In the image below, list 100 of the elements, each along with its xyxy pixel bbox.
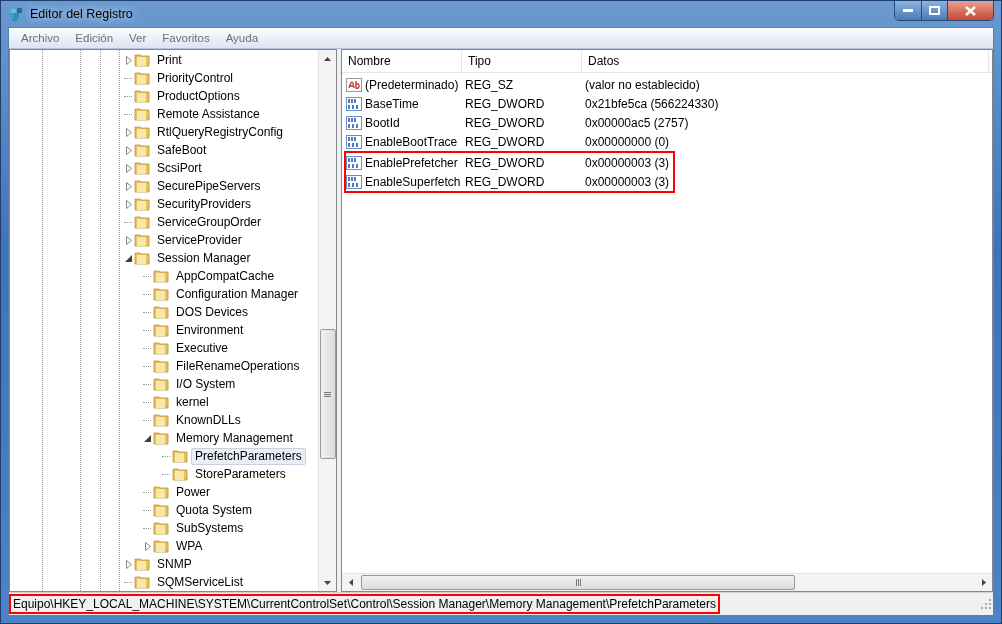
folder-icon xyxy=(134,575,150,589)
minimize-icon xyxy=(903,9,913,12)
folder-icon xyxy=(153,377,169,391)
tree-item[interactable]: StoreParameters xyxy=(191,465,290,483)
tree-item[interactable]: SafeBoot xyxy=(153,141,211,159)
folder-icon xyxy=(153,431,169,445)
expanded-arrow-icon[interactable] xyxy=(144,434,151,442)
collapsed-arrow-icon[interactable] xyxy=(125,145,132,155)
menu-item[interactable]: Favoritos xyxy=(154,32,218,44)
close-icon xyxy=(965,5,976,16)
binary-value-icon xyxy=(346,115,362,130)
tree-item[interactable]: SQMServiceList xyxy=(153,573,248,591)
folder-icon xyxy=(153,269,169,283)
binary-value-icon xyxy=(346,155,362,170)
scrollbar-thumb[interactable] xyxy=(319,329,336,459)
scrollbar-thumb[interactable] xyxy=(361,575,795,590)
tree-item[interactable]: kernel xyxy=(172,393,213,411)
tree-item[interactable]: AppCompatCache xyxy=(172,267,279,285)
value-type: REG_DWORD xyxy=(465,134,546,149)
tree-item[interactable]: SNMP xyxy=(153,555,196,573)
tree-item[interactable]: PrefetchParameters xyxy=(191,447,306,465)
folder-icon xyxy=(134,179,150,193)
value-data: 0x00000ac5 (2757) xyxy=(585,115,690,130)
tree-item[interactable]: ScsiPort xyxy=(153,159,206,177)
expanded-arrow-icon[interactable] xyxy=(125,254,132,262)
folder-icon xyxy=(134,557,150,571)
window-title: Editor del Registro xyxy=(30,7,134,21)
folder-icon xyxy=(153,287,169,301)
folder-icon xyxy=(153,359,169,373)
resize-grip-icon[interactable] xyxy=(981,599,991,609)
collapsed-arrow-icon[interactable] xyxy=(125,181,132,191)
binary-value-icon xyxy=(346,96,362,111)
collapsed-arrow-icon[interactable] xyxy=(125,199,132,209)
tree-item[interactable]: I/O System xyxy=(172,375,240,393)
tree-item[interactable]: FileRenameOperations xyxy=(172,357,304,375)
tree-item[interactable]: ServiceProvider xyxy=(153,231,246,249)
value-name[interactable]: EnableBootTrace xyxy=(365,134,458,149)
tree-item[interactable]: Environment xyxy=(172,321,248,339)
folder-icon xyxy=(134,143,150,157)
tree-item[interactable]: Session Manager xyxy=(153,249,255,267)
folder-icon xyxy=(134,71,150,85)
tree-item[interactable]: ServiceGroupOrder xyxy=(153,213,266,231)
tree-item[interactable]: Configuration Manager xyxy=(172,285,303,303)
tree-item[interactable]: Memory Management xyxy=(172,429,297,447)
folder-icon xyxy=(134,125,150,139)
tree-item[interactable]: Print xyxy=(153,51,186,69)
value-data: 0x00000003 (3) xyxy=(585,155,671,170)
menu-item[interactable]: Ayuda xyxy=(217,32,267,44)
value-data: 0x21bfe5ca (566224330) xyxy=(585,96,720,111)
maximize-icon xyxy=(929,6,940,15)
collapsed-arrow-icon[interactable] xyxy=(144,541,151,551)
tree-item[interactable]: Remote Assistance xyxy=(153,105,264,123)
value-name[interactable]: EnableSuperfetch xyxy=(365,174,461,189)
folder-icon xyxy=(153,413,169,427)
column-header[interactable]: Nombre xyxy=(342,50,462,72)
folder-icon xyxy=(172,467,188,481)
collapsed-arrow-icon[interactable] xyxy=(125,55,132,65)
close-button[interactable] xyxy=(947,1,993,20)
folder-icon xyxy=(153,485,169,499)
folder-icon xyxy=(134,107,150,121)
folder-icon xyxy=(153,503,169,517)
minimize-button[interactable] xyxy=(895,1,921,20)
folder-icon xyxy=(153,341,169,355)
tree-item[interactable]: Power xyxy=(172,483,214,501)
tree-item[interactable]: DOS Devices xyxy=(172,303,253,321)
folder-icon xyxy=(134,233,150,247)
collapsed-arrow-icon[interactable] xyxy=(125,127,132,137)
tree-item[interactable]: SecurePipeServers xyxy=(153,177,265,195)
status-path: Equipo\HKEY_LOCAL_MACHINE\SYSTEM\CurrentControlSet\Control\Session Manager\Memory Management\PrefetchParameters xyxy=(9,594,720,614)
menu-item[interactable]: Archivo xyxy=(13,32,68,44)
tree-item[interactable]: KnownDLLs xyxy=(172,411,245,429)
tree-item[interactable]: SubSystems xyxy=(172,519,248,537)
value-type: REG_SZ xyxy=(465,77,514,92)
value-type: REG_DWORD xyxy=(465,155,546,170)
tree-item[interactable]: SecurityProviders xyxy=(153,195,256,213)
tree-item[interactable]: RtlQueryRegistryConfig xyxy=(153,123,288,141)
collapsed-arrow-icon[interactable] xyxy=(125,235,132,245)
value-name[interactable]: (Predeterminado) xyxy=(365,77,459,92)
value-data: (valor no establecido) xyxy=(585,77,701,92)
tree-item[interactable]: WPA xyxy=(172,537,207,555)
folder-icon xyxy=(134,251,150,265)
collapsed-arrow-icon[interactable] xyxy=(125,163,132,173)
menu-item[interactable]: Ver xyxy=(121,32,155,44)
folder-icon xyxy=(134,89,150,103)
tree-item[interactable]: Quota System xyxy=(172,501,257,519)
tree-item[interactable]: Executive xyxy=(172,339,233,357)
value-name[interactable]: EnablePrefetcher xyxy=(365,155,458,170)
value-type: REG_DWORD xyxy=(465,96,546,111)
maximize-button[interactable] xyxy=(921,1,947,20)
folder-icon xyxy=(134,161,150,175)
value-data: 0x00000000 (0) xyxy=(585,134,671,149)
column-header[interactable]: Datos xyxy=(582,50,989,72)
collapsed-arrow-icon[interactable] xyxy=(125,559,132,569)
value-data: 0x00000003 (3) xyxy=(585,174,671,189)
column-header[interactable]: Tipo xyxy=(462,50,582,72)
menu-item[interactable]: Edición xyxy=(67,32,122,44)
tree-item[interactable]: ProductOptions xyxy=(153,87,244,105)
value-name[interactable]: BaseTime xyxy=(365,96,419,111)
tree-item[interactable]: PriorityControl xyxy=(153,69,238,87)
value-name[interactable]: BootId xyxy=(365,115,400,130)
